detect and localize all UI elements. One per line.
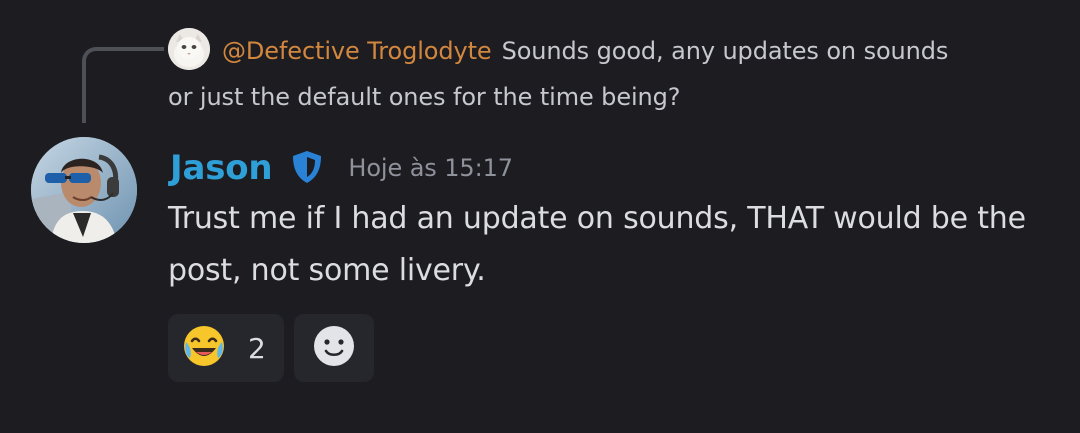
message-timestamp[interactable]: Hoje às 15:17 (348, 154, 513, 182)
shield-icon[interactable] (272, 147, 324, 189)
reply-text-line1: Sounds good, any updates on sounds (501, 37, 949, 65)
reply-author-avatar[interactable] (168, 28, 210, 70)
author-username[interactable]: Jason (170, 148, 273, 188)
reply-connector-line (82, 47, 164, 123)
author-avatar[interactable] (31, 137, 137, 243)
message-content: Trust me if I had an update on sounds, T… (168, 201, 1026, 288)
reaction-count: 2 (248, 331, 266, 365)
joy-emoji-icon (182, 324, 226, 372)
smiley-icon (313, 325, 355, 371)
message-header: Jason Hoje às 15:17 (170, 144, 513, 192)
chat-message: @Defective Troglodyte Sounds good, any up… (0, 0, 1080, 433)
reply-mention[interactable]: @Defective Troglodyte (222, 37, 492, 65)
reply-preview-line1[interactable]: @Defective Troglodyte Sounds good, any up… (222, 29, 948, 73)
add-reaction-button[interactable] (294, 314, 374, 382)
reply-preview-line2: or just the default ones for the time be… (168, 83, 681, 111)
reaction-joy[interactable]: 2 (168, 314, 284, 382)
